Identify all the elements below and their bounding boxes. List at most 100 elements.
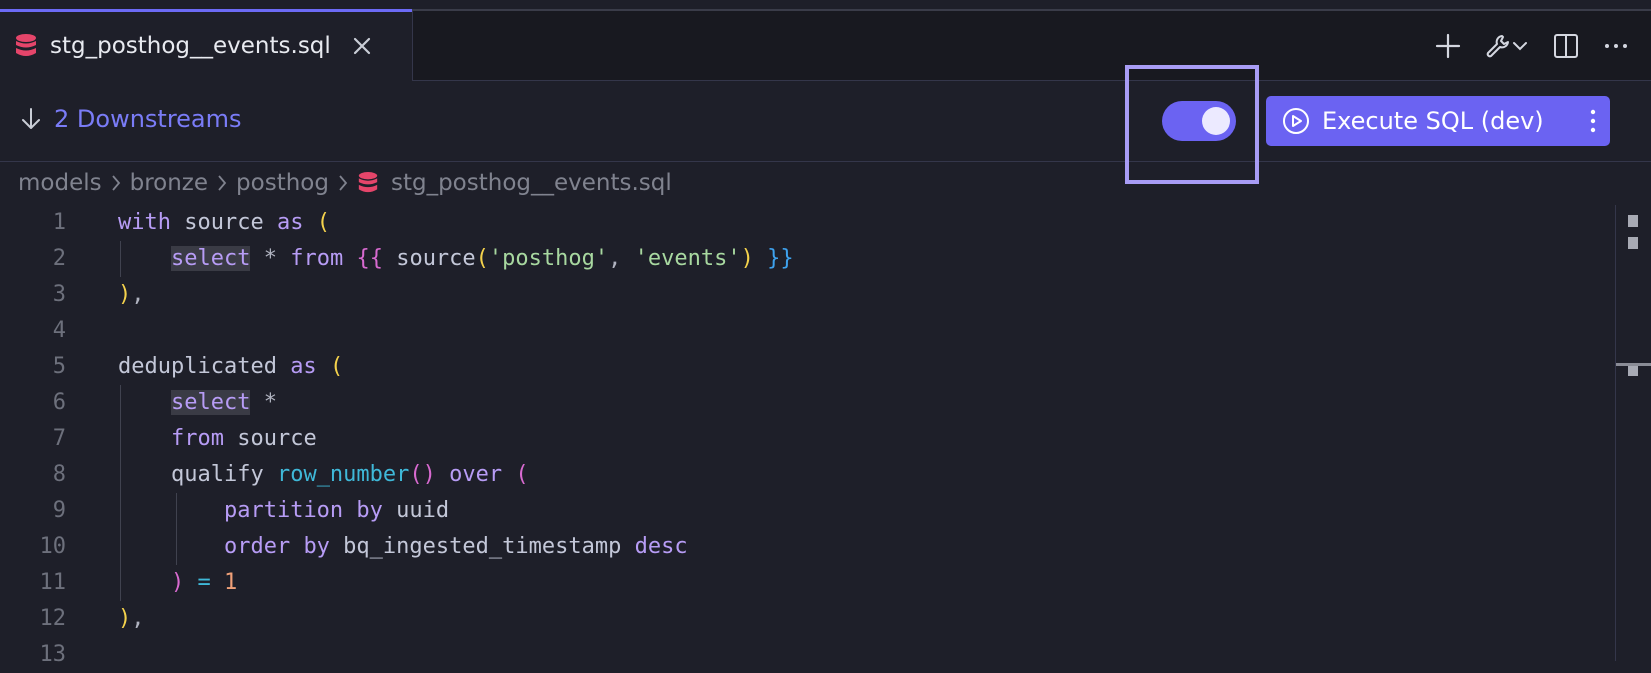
active-tab-indicator bbox=[0, 9, 412, 12]
chevron-right-icon bbox=[339, 175, 348, 191]
code-token: ( bbox=[329, 354, 344, 379]
database-icon bbox=[358, 172, 378, 193]
code-editor[interactable]: 1 with source as (2 select * from {{ sour… bbox=[0, 205, 1651, 667]
code-line[interactable]: 4 bbox=[0, 313, 1600, 349]
code-token: from bbox=[170, 426, 224, 451]
code-token: {{ bbox=[356, 246, 383, 271]
code-line[interactable]: 5 deduplicated as ( bbox=[0, 349, 1600, 385]
code-token: select bbox=[170, 246, 251, 271]
dev-mode-toggle[interactable] bbox=[1162, 101, 1236, 141]
code-line[interactable]: 12), bbox=[0, 601, 1600, 637]
code-text: select * from {{ source('posthog', 'even… bbox=[118, 241, 794, 277]
chevron-down-icon[interactable] bbox=[1511, 33, 1529, 59]
code-token: as bbox=[276, 210, 304, 235]
breadcrumb-models[interactable]: models bbox=[18, 170, 102, 196]
downstreams-link[interactable]: 2 Downstreams bbox=[20, 105, 242, 133]
database-icon bbox=[16, 34, 36, 56]
code-token: ( bbox=[316, 210, 330, 235]
code-token: source bbox=[170, 210, 277, 235]
code-text: ), bbox=[118, 277, 145, 313]
execute-sql-button[interactable]: Execute SQL (dev) bbox=[1266, 96, 1610, 146]
code-line[interactable]: 13 bbox=[0, 637, 1600, 673]
code-token: source bbox=[382, 246, 476, 271]
line-number: 7 bbox=[52, 426, 66, 451]
code-token: , bbox=[608, 246, 635, 271]
toggle-knob bbox=[1202, 107, 1230, 135]
code-line[interactable]: 6 select * bbox=[0, 385, 1600, 421]
code-token: bq_ingested_timestamp bbox=[329, 534, 635, 559]
code-token: source bbox=[223, 426, 317, 451]
close-icon[interactable] bbox=[351, 35, 373, 57]
code-text: partition by uuid bbox=[118, 493, 449, 529]
line-number: 1 bbox=[52, 210, 66, 235]
chevron-right-icon bbox=[218, 175, 227, 191]
line-number: 10 bbox=[39, 534, 67, 559]
code-line[interactable]: 1 with source as ( bbox=[0, 205, 1600, 241]
code-token: as bbox=[290, 354, 317, 379]
downstreams-label: 2 Downstreams bbox=[54, 105, 242, 133]
breadcrumb-bronze[interactable]: bronze bbox=[130, 170, 208, 196]
code-token: deduplicated bbox=[118, 354, 291, 379]
line-number: 8 bbox=[52, 462, 66, 487]
code-token: = bbox=[184, 570, 224, 595]
code-text: order by bq_ingested_timestamp desc bbox=[118, 529, 688, 565]
code-token: * bbox=[250, 390, 277, 415]
split-editor-icon[interactable] bbox=[1553, 33, 1579, 59]
code-token: from bbox=[290, 246, 344, 271]
code-token: ( bbox=[515, 462, 529, 487]
scrollbar-marker bbox=[1628, 366, 1638, 376]
editor-scrollbar[interactable] bbox=[1615, 205, 1651, 661]
code-token: ) bbox=[118, 606, 132, 631]
code-text: select * bbox=[118, 385, 277, 421]
more-horizontal-icon[interactable] bbox=[1603, 33, 1629, 59]
wrench-icon[interactable] bbox=[1485, 33, 1511, 59]
tab-actions bbox=[1435, 11, 1651, 80]
code-token: , bbox=[131, 282, 145, 307]
code-token: ) bbox=[170, 570, 185, 595]
scrollbar-marker bbox=[1628, 237, 1638, 249]
code-token: , bbox=[131, 606, 145, 631]
line-number: 12 bbox=[39, 606, 67, 631]
code-text: with source as ( bbox=[118, 205, 330, 241]
code-line[interactable]: 7 from source bbox=[0, 421, 1600, 457]
more-vertical-icon[interactable] bbox=[1588, 108, 1598, 134]
breadcrumb-posthog[interactable]: posthog bbox=[236, 170, 329, 196]
code-line[interactable]: 11 ) = 1 bbox=[0, 565, 1600, 601]
code-line[interactable]: 8 qualify row_number() over ( bbox=[0, 457, 1600, 493]
tab-title: stg_posthog__events.sql bbox=[50, 33, 331, 59]
line-number: 4 bbox=[52, 318, 66, 343]
line-number: 5 bbox=[52, 354, 66, 379]
code-line[interactable]: 9 partition by uuid bbox=[0, 493, 1600, 529]
code-token: order by bbox=[223, 534, 330, 559]
plus-icon[interactable] bbox=[1435, 33, 1461, 59]
scrollbar-marker bbox=[1628, 215, 1638, 227]
line-number: 6 bbox=[52, 390, 66, 415]
tab-bar: stg_posthog__events.sql bbox=[0, 11, 1651, 81]
breadcrumb: models bronze posthog stg_posthog__event… bbox=[18, 170, 672, 196]
code-token: }} bbox=[767, 246, 794, 271]
line-number: 2 bbox=[52, 246, 66, 271]
code-token: ) bbox=[740, 246, 754, 271]
code-token: with bbox=[118, 210, 171, 235]
code-line[interactable]: 2 select * from {{ source('posthog', 'ev… bbox=[0, 241, 1600, 277]
code-token: 'posthog' bbox=[488, 246, 609, 271]
tab-active-file[interactable]: stg_posthog__events.sql bbox=[0, 11, 413, 81]
code-token: desc bbox=[634, 534, 688, 559]
play-circle-icon bbox=[1283, 108, 1309, 134]
execute-sql-label: Execute SQL (dev) bbox=[1322, 107, 1544, 135]
code-token: qualify bbox=[170, 462, 277, 487]
breadcrumb-file[interactable]: stg_posthog__events.sql bbox=[391, 170, 672, 196]
code-token: over bbox=[449, 462, 503, 487]
code-line[interactable]: 3), bbox=[0, 277, 1600, 313]
code-token: select bbox=[170, 390, 251, 415]
code-line[interactable]: 10 order by bq_ingested_timestamp desc bbox=[0, 529, 1600, 565]
code-token: () bbox=[409, 462, 436, 487]
